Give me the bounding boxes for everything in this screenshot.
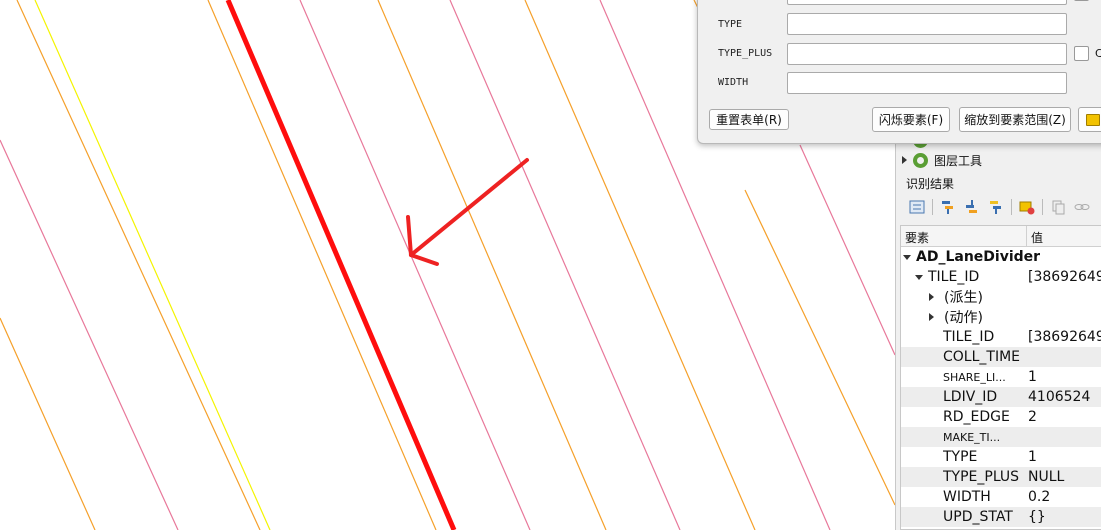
attribute-key: LDIV_ID [943,389,998,405]
map-line-orange [207,0,437,530]
map-line-pink [299,0,531,530]
form-input-type-plus[interactable] [787,43,1067,65]
attribute-key: TYPE_PLUS [943,469,1020,485]
attribute-key: UPD_STAT [943,509,1013,525]
attribute-row[interactable]: SHARE_LI... 1 [901,367,1101,387]
map-line-orange [377,0,607,530]
attribute-row[interactable]: LDIV_ID 4106524 [901,387,1101,407]
plugin-icon [913,152,928,168]
results-header-row: 要素 值 [901,226,1101,247]
attribute-key: WIDTH [943,489,991,505]
form-checkbox-label: C [1095,47,1101,60]
identify-results-table[interactable]: 要素 值 AD_LaneDivider TILE_ID [38692649 (派… [900,225,1101,530]
copy-feature-icon[interactable] [1049,198,1067,216]
identify-toolbar [908,198,1091,216]
attribute-rows: TILE_ID [38692649 COLL_TIME SHARE_LI... 1 LDI… [901,327,1101,527]
expand-new-icon[interactable] [987,198,1005,216]
form-checkbox-partial[interactable] [1074,0,1089,1]
attribute-value: NULL [1028,469,1065,485]
tree-item-label: 图层工具 [934,153,983,168]
expand-arrow-icon[interactable] [929,313,934,321]
zoom-to-feature-button[interactable]: 缩放到要素范围(Z) [959,107,1071,132]
map-line-orange [744,189,895,506]
table-icon [1086,113,1100,126]
map-line-orange [0,317,96,530]
attribute-key: SHARE_LI... [943,370,1006,384]
form-field-label: TYPE_PLUS [718,48,773,59]
form-field-label: WIDTH [718,77,749,88]
collapse-arrow-icon[interactable] [903,254,911,260]
attribute-row[interactable]: UPD_STAT {} [901,507,1101,527]
attribute-value: 2 [1028,409,1037,425]
feature-id-label: TILE_ID [928,269,980,285]
form-input-partial[interactable] [787,0,1067,5]
attribute-value: {} [1028,509,1046,525]
collapse-tree-icon[interactable] [963,198,981,216]
actions-label: (动作) [944,310,983,326]
attribute-value: 4106524 [1028,389,1091,405]
attribute-value: [38692649 [1028,329,1101,345]
attribute-row[interactable]: COLL_TIME [901,347,1101,367]
form-field-label: TYPE [718,19,743,30]
toolbar-separator [932,199,933,215]
layer-name: AD_LaneDivider [916,249,1041,265]
expand-tree-icon[interactable] [939,198,957,216]
actions-row[interactable]: (动作) [901,307,1101,327]
flash-feature-button[interactable]: 闪烁要素(F) [872,107,950,132]
attribute-row[interactable]: RD_EDGE 2 [901,407,1101,427]
attribute-key: TYPE [943,449,978,465]
derived-row[interactable]: (派生) [901,287,1101,307]
reset-form-button[interactable]: 重置表单(R) [709,109,789,130]
column-header-feature[interactable]: 要素 [901,226,1027,246]
toolbar-separator [1042,199,1043,215]
annotation-arrow [406,158,529,266]
layers-tree-item-layer-tools[interactable]: 图层工具 [902,151,982,169]
feature-row[interactable]: TILE_ID [38692649 [901,267,1101,287]
attribute-row[interactable]: TILE_ID [38692649 [901,327,1101,347]
expand-arrow-icon[interactable] [902,156,907,164]
map-line-yellow [34,0,271,530]
form-input-width[interactable] [787,72,1067,94]
feature-id-value: [38692649 [1028,269,1101,285]
link-icon[interactable] [1073,198,1091,216]
attribute-row[interactable]: TYPE_PLUS NULL [901,467,1101,487]
toolbar-separator [1011,199,1012,215]
form-input-type[interactable] [787,13,1067,35]
clear-results-icon[interactable] [1018,198,1036,216]
attribute-form-dialog: TYPE TYPE_PLUS C WIDTH 重置表单(R) 闪烁要素(F) 缩… [697,0,1101,144]
attribute-row[interactable]: TYPE 1 [901,447,1101,467]
map-line-pink [449,0,681,530]
attribute-value: 1 [1028,369,1037,385]
expand-arrow-icon[interactable] [929,293,934,301]
form-checkbox[interactable] [1074,46,1089,61]
selected-lane-divider[interactable] [225,0,457,530]
attribute-key: RD_EDGE [943,409,1010,425]
more-actions-button[interactable] [1078,107,1101,132]
map-line-pink [799,144,895,356]
attribute-key: COLL_TIME [943,349,1020,365]
attribute-key: MAKE_TI... [943,430,1001,444]
derived-label: (派生) [944,290,983,306]
column-header-value[interactable]: 值 [1027,226,1047,246]
identify-results-title: 识别结果 [906,177,955,191]
attribute-row[interactable]: MAKE_TI... [901,427,1101,447]
map-line-pink [0,139,179,530]
attribute-key: TILE_ID [943,329,995,345]
layer-row[interactable]: AD_LaneDivider [901,247,1101,267]
attribute-value: 1 [1028,449,1037,465]
map-line-orange [16,0,261,530]
form-view-icon[interactable] [908,198,926,216]
collapse-arrow-icon[interactable] [915,274,923,280]
attribute-row[interactable]: WIDTH 0.2 [901,487,1101,507]
attribute-value: 0.2 [1028,489,1051,505]
